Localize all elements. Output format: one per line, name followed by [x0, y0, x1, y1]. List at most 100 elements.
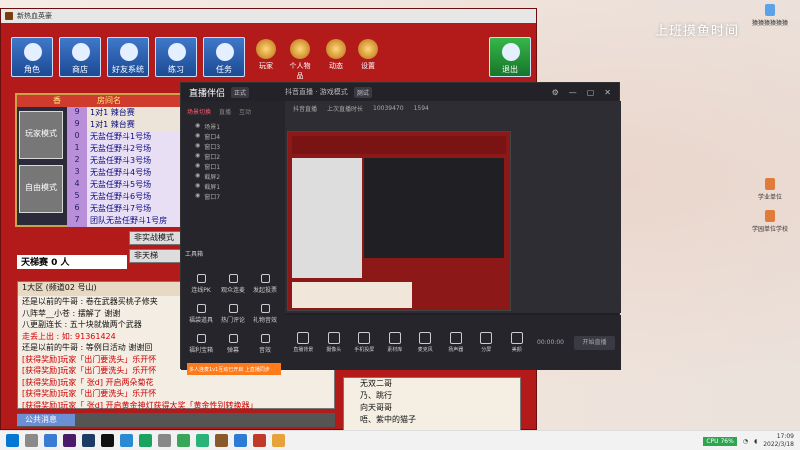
close-icon[interactable]: ✕ [604, 88, 611, 97]
beauty-button[interactable]: 美颜 [507, 332, 528, 353]
desktop-icon[interactable]: 猿猿猿猿猿猿 [748, 4, 792, 27]
tool-lucky-bag[interactable]: 福袋道具 [185, 304, 217, 324]
game-center-button[interactable]: 玩家 [253, 37, 279, 73]
cpu-badge: CPU 76% [703, 436, 737, 446]
scene-item[interactable]: ◉ 截屏2 [181, 172, 285, 182]
stream-app-icon[interactable] [253, 434, 266, 447]
desktop-icon[interactable]: 学园单位学校 [748, 210, 792, 233]
background-button[interactable]: 直播背景 [293, 332, 314, 353]
quick-mode-button[interactable]: 非实战模式 [129, 231, 185, 245]
room-row[interactable]: 9 1对1 辣台赛 [67, 119, 195, 131]
room-row[interactable]: 3 无盐任野斗4号场 [67, 167, 195, 179]
search-icon[interactable] [25, 434, 38, 447]
tab-interact[interactable]: 互动 [239, 107, 251, 116]
preview-chat [292, 282, 412, 308]
feishu-icon[interactable] [234, 434, 247, 447]
start-live-button[interactable]: 开始直播 [573, 335, 615, 350]
tool-vote[interactable]: 发起投票 [249, 274, 281, 294]
gear-icon [358, 39, 378, 59]
upload-icon[interactable] [177, 434, 190, 447]
player-item[interactable]: 唔、紫中的猫子 [344, 414, 520, 426]
tool-comments[interactable]: 热门评论 [217, 304, 249, 324]
edge-icon[interactable] [44, 434, 57, 447]
preview-info: 抖音直播 上次直播时长 10039470 1594 [293, 104, 429, 113]
scene-item[interactable]: ◉ 窗口2 [181, 152, 285, 162]
events-button[interactable]: 动态 [323, 37, 349, 73]
settings-icon[interactable]: ⚙ [552, 88, 559, 97]
promo-banner[interactable]: 多人连麦1v1互动已开启 上直播同步 [187, 363, 281, 375]
clock[interactable]: 17:09 2022/3/18 [763, 433, 794, 449]
folder-icon[interactable] [272, 434, 285, 447]
maximize-icon[interactable]: ▢ [587, 88, 595, 97]
room-row[interactable]: 0 无盐任野斗1号场 [67, 131, 195, 143]
game-center-icon [256, 39, 276, 59]
tool-pk[interactable]: 连线PK [185, 274, 217, 294]
practice-button[interactable]: 练习 [155, 37, 197, 77]
app-icon[interactable] [158, 434, 171, 447]
channel-name: 抖音直播 · 游戏模式 [285, 88, 348, 96]
scene-item[interactable]: ◉ 场景1 [181, 122, 285, 132]
room-row[interactable]: 7 团队无盐任野斗1号房 [67, 215, 195, 227]
room-row[interactable]: 9 1对1 辣台赛 [67, 107, 195, 119]
friends-button[interactable]: 好友系统 [107, 37, 149, 77]
scene-item[interactable]: ◉ 窗口1 [181, 162, 285, 172]
phone-cast-button[interactable]: 手机投屏 [354, 332, 375, 353]
task-button[interactable]: 任务 [203, 37, 245, 77]
game-icon[interactable] [215, 434, 228, 447]
room-row[interactable]: 2 无盐任野斗3号场 [67, 155, 195, 167]
bag-icon [196, 304, 206, 313]
browser-icon[interactable] [120, 434, 133, 447]
volume-icon[interactable]: ◖ [754, 438, 757, 445]
mode-badge: 测试 [353, 86, 372, 98]
chrome-icon[interactable] [139, 434, 152, 447]
room-row[interactable]: 5 无盐任野斗6号场 [67, 191, 195, 203]
tool-sfx[interactable]: 音效 [249, 334, 281, 354]
player-item[interactable]: 无双二哥 [344, 378, 520, 390]
tool-danmaku[interactable]: 弹幕 [217, 334, 249, 354]
scene-item[interactable]: ◉ 截屏1 [181, 182, 285, 192]
tool-treasure[interactable]: 福利宝箱 [185, 334, 217, 354]
chat-line: [获得奖励]玩家「 张d] 开启两朵菊花 [22, 377, 154, 387]
tab-scenes[interactable]: 场景切换 [187, 107, 211, 116]
scene-item[interactable]: ◉ 窗口4 [181, 132, 285, 142]
shop-button[interactable]: 商店 [59, 37, 101, 77]
microphone-button[interactable]: 麦克风 [415, 332, 436, 353]
ladder-button[interactable]: 非天梯 [129, 249, 185, 263]
tool-mic-link[interactable]: 观众连麦 [217, 274, 249, 294]
start-icon[interactable] [6, 434, 19, 447]
qq-icon[interactable] [101, 434, 114, 447]
premiere-icon[interactable] [63, 434, 76, 447]
scene-item[interactable]: ◉ 窗口7 [181, 192, 285, 202]
bag-button[interactable]: 个人物品 [287, 37, 313, 80]
photoshop-icon[interactable] [82, 434, 95, 447]
taskbar: CPU 76% ◔ ◖ 17:09 2022/3/18 [0, 430, 800, 450]
settings-button[interactable]: 设置 [355, 37, 381, 73]
room-row[interactable]: 1 无盐任野斗2号场 [67, 143, 195, 155]
public-message-button[interactable]: 公共消息 [17, 414, 75, 426]
preview-area: 抖音直播 上次直播时长 10039470 1594 [285, 101, 621, 313]
role-button[interactable]: 角色 [11, 37, 53, 77]
stream-preview[interactable] [287, 131, 511, 311]
player-item[interactable]: 向天哥哥 [344, 402, 520, 414]
camera-button[interactable]: 摄像头 [324, 332, 345, 353]
tab-live[interactable]: 直播 [219, 107, 231, 116]
exit-button[interactable]: 退出 [489, 37, 531, 77]
events-icon [326, 39, 346, 59]
split-button[interactable]: 分屏 [476, 332, 497, 353]
room-row[interactable]: 4 无盐任野斗5号场 [67, 179, 195, 191]
player-item[interactable]: 乃、跳行 [344, 390, 520, 402]
friends-icon [120, 43, 138, 61]
phone-icon [358, 332, 371, 344]
mode-tab-bottom[interactable]: 自由模式 [19, 165, 63, 213]
minimize-icon[interactable]: — [569, 88, 577, 97]
speaker-button[interactable]: 扬声器 [446, 332, 467, 353]
mode-tab-top[interactable]: 玩家模式 [19, 111, 63, 159]
scene-item[interactable]: ◉ 窗口3 [181, 142, 285, 152]
desktop-icon[interactable]: 学业单位 [748, 178, 792, 201]
tool-gift-sound[interactable]: 礼物音效 [249, 304, 281, 324]
network-icon[interactable]: ◔ [743, 438, 748, 445]
room-row[interactable]: 6 无盐任野斗7号场 [67, 203, 195, 215]
wechat-icon[interactable] [196, 434, 209, 447]
practice-icon [168, 43, 186, 61]
material-button[interactable]: 素材库 [385, 332, 406, 353]
